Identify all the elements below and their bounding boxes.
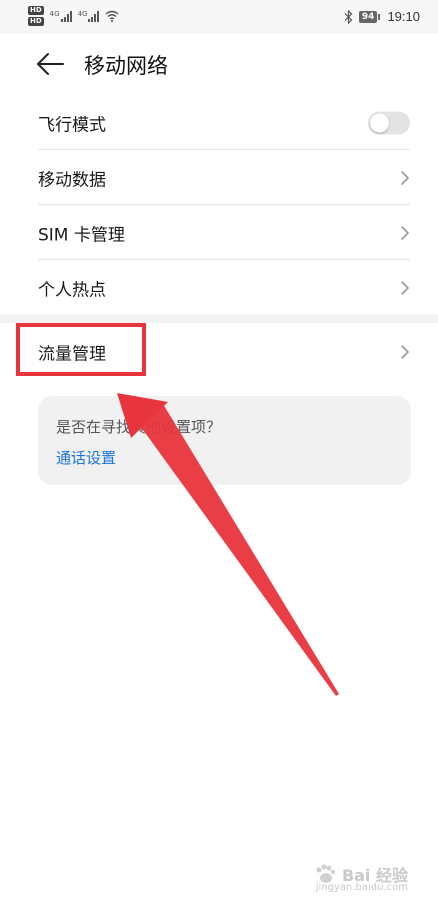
hd-icons: HD HD xyxy=(28,6,44,26)
bluetooth-icon xyxy=(344,9,353,24)
hotspot-label: 个人热点 xyxy=(38,280,106,300)
status-bar: HD HD 4G 4G 94 19:10 xyxy=(0,0,438,34)
suggestion-question: 是否在寻找其他设置项？ xyxy=(56,418,222,436)
hd-icon: HD xyxy=(28,6,44,15)
sim-management-label: SIM 卡管理 xyxy=(38,225,125,245)
status-right: 94 19:10 xyxy=(344,9,420,24)
section-divider xyxy=(0,314,438,323)
watermark-logo: Bai 经验 jingyan.baidu.com xyxy=(314,862,408,893)
hotspot-row[interactable]: 个人热点 xyxy=(0,260,438,315)
signal-icon: 4G xyxy=(50,10,72,22)
suggestion-card: 是否在寻找其他设置项？ 通话设置 xyxy=(38,396,411,485)
battery-icon: 94 xyxy=(358,10,380,23)
paw-icon xyxy=(316,864,336,883)
watermark-subtext: jingyan.baidu.com xyxy=(315,882,408,893)
airplane-mode-row[interactable]: 飞行模式 xyxy=(0,95,438,150)
chevron-right-icon xyxy=(401,280,409,295)
network-type-a: 4G xyxy=(49,10,60,18)
chevron-right-icon xyxy=(401,225,409,240)
network-type-b: 4G xyxy=(77,10,88,18)
chevron-right-icon xyxy=(401,170,409,185)
signal-icon: 4G xyxy=(78,10,100,22)
status-left: HD HD 4G 4G xyxy=(28,6,119,26)
mobile-data-label: 移动数据 xyxy=(38,170,106,190)
wifi-icon xyxy=(106,10,119,22)
airplane-mode-label: 飞行模式 xyxy=(38,115,106,135)
chevron-right-icon xyxy=(401,344,409,359)
clock: 19:10 xyxy=(387,9,420,24)
mobile-data-row[interactable]: 移动数据 xyxy=(0,150,438,205)
hd-icon: HD xyxy=(28,17,44,26)
app-bar: 移动网络 xyxy=(0,34,438,94)
page-title: 移动网络 xyxy=(84,54,168,78)
annotation-highlight-box xyxy=(16,323,146,376)
airplane-mode-toggle[interactable] xyxy=(368,111,410,134)
call-settings-link[interactable]: 通话设置 xyxy=(56,447,116,468)
sim-management-row[interactable]: SIM 卡管理 xyxy=(0,205,438,260)
toggle-knob xyxy=(370,113,389,132)
back-arrow-icon[interactable] xyxy=(30,50,66,78)
